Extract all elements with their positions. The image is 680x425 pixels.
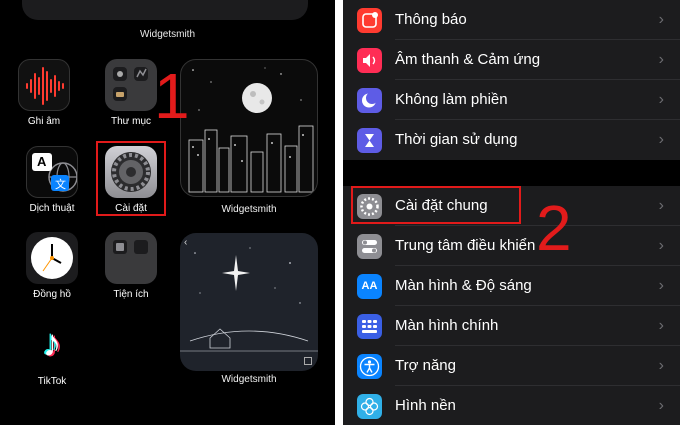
app-voice-memos[interactable]: Ghi âm	[14, 59, 74, 127]
row-label: Trợ năng	[395, 357, 456, 374]
settings-row-accessibility[interactable]: Trợ năng ›	[343, 346, 680, 386]
row-label: Màn hình & Độ sáng	[395, 277, 532, 294]
row-label: Thời gian sử dụng	[395, 131, 518, 148]
settings-row-sounds[interactable]: Âm thanh & Cảm ứng ›	[343, 40, 680, 80]
utilities-folder-icon	[105, 232, 157, 284]
chevron-right-icon: ›	[658, 51, 664, 68]
app-label: Đồng hồ	[33, 289, 71, 300]
translate-glyph-b: 文	[55, 179, 66, 191]
chevron-left-icon: ‹	[184, 237, 188, 248]
row-label: Âm thanh & Cảm ứng	[395, 51, 541, 68]
settings-screen: Thông báo › Âm thanh & Cảm ứng › Không l…	[343, 0, 680, 425]
widget-moon-label: Widgetsmith	[221, 204, 277, 215]
app-folder[interactable]: Thư mục	[101, 59, 161, 127]
expand-icon	[304, 357, 312, 365]
app-label: Dịch thuật	[29, 203, 75, 214]
settings-row-home-screen[interactable]: Màn hình chính ›	[343, 306, 680, 346]
chevron-right-icon: ›	[658, 317, 664, 334]
home-screen: Widgetsmith Ghi âm Thư mục A 文 Dịch thuậ…	[0, 0, 335, 425]
chevron-right-icon: ›	[658, 197, 664, 214]
row-label: Màn hình chính	[395, 317, 499, 334]
highlight-general-box	[351, 186, 521, 224]
row-label: Trung tâm điều khiển	[395, 237, 536, 254]
widget-star-night[interactable]: ‹	[180, 233, 318, 371]
home-grid-icon	[357, 314, 382, 339]
settings-row-display[interactable]: AA Màn hình & Độ sáng ›	[343, 266, 680, 306]
widget-moon-city[interactable]	[180, 59, 318, 197]
app-label: Thư mục	[110, 116, 152, 127]
widget-star-label: Widgetsmith	[221, 374, 277, 385]
chevron-right-icon: ›	[658, 237, 664, 254]
app-label: Tiện ích	[113, 289, 149, 300]
app-tiktok[interactable]: ♪ TikTok	[22, 319, 82, 387]
accessibility-icon	[357, 354, 382, 379]
settings-row-control-center[interactable]: Trung tâm điều khiển ›	[343, 226, 680, 266]
row-label: Không làm phiền	[395, 91, 508, 108]
tiktok-icon: ♪	[26, 319, 78, 371]
translate-glyph-a: A	[37, 154, 47, 169]
top-widget-edge	[22, 0, 308, 20]
settings-row-screen-time[interactable]: Thời gian sử dụng ›	[343, 120, 680, 160]
chevron-right-icon: ›	[658, 277, 664, 294]
panel-divider	[335, 0, 343, 425]
app-translate[interactable]: A 文 Dịch thuật	[22, 146, 82, 214]
toggles-icon	[357, 234, 382, 259]
settings-row-wallpaper[interactable]: Hình nền ›	[343, 386, 680, 425]
widget-label-top: Widgetsmith	[139, 29, 195, 40]
chevron-right-icon: ›	[658, 91, 664, 108]
app-label: Ghi âm	[27, 116, 61, 127]
row-label: Thông báo	[395, 11, 467, 28]
step-1-number: 1	[154, 60, 190, 132]
folder-icon	[105, 59, 157, 111]
settings-row-do-not-disturb[interactable]: Không làm phiền ›	[343, 80, 680, 120]
notifications-icon	[357, 8, 382, 33]
tiktok-glyph: ♪	[42, 323, 62, 365]
hourglass-icon	[357, 128, 382, 153]
moon-icon	[357, 88, 382, 113]
chevron-right-icon: ›	[658, 357, 664, 374]
chevron-right-icon: ›	[658, 11, 664, 28]
wallpaper-icon	[357, 394, 382, 419]
clock-icon	[26, 232, 78, 284]
app-label: TikTok	[37, 376, 67, 387]
row-label: Hình nền	[395, 397, 456, 414]
settings-row-notifications[interactable]: Thông báo ›	[343, 0, 680, 40]
app-clock[interactable]: Đồng hồ	[22, 232, 82, 300]
step-2-number: 2	[536, 192, 572, 264]
highlight-settings-box	[96, 141, 166, 216]
display-icon: AA	[357, 274, 382, 299]
translate-icon: A 文	[26, 146, 78, 198]
chevron-right-icon: ›	[658, 397, 664, 414]
sound-icon	[357, 48, 382, 73]
chevron-right-icon: ›	[658, 131, 664, 148]
voice-memos-icon	[18, 59, 70, 111]
app-utilities[interactable]: Tiện ích	[101, 232, 161, 300]
